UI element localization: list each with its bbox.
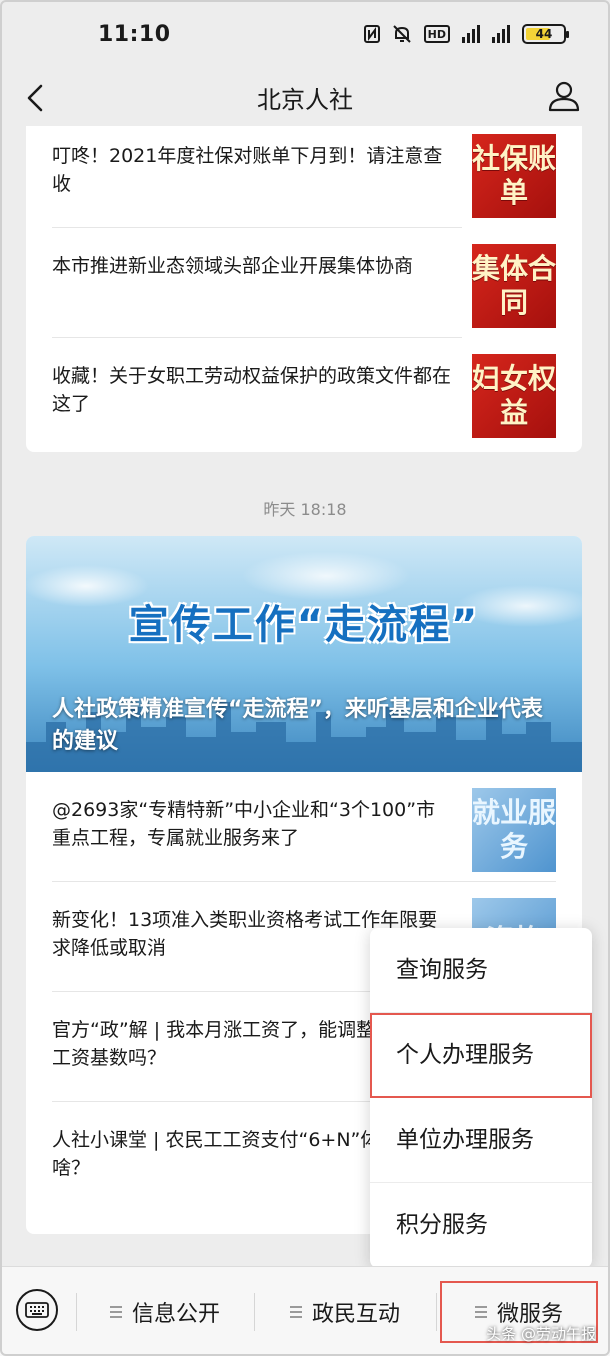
menu-item-points-service[interactable]: 积分服务 [370,1183,592,1268]
signal-icon [492,25,510,43]
status-time: 11:10 [98,22,171,47]
list-item[interactable]: 收藏！关于女职工劳动权益保护的政策文件都在这了 妇女权益 [26,338,582,448]
list-item[interactable]: 本市推进新业态领域头部企业开展集体协商 集体合同 [26,228,582,338]
menu-item-personal-service[interactable]: 个人办理服务 [370,1013,592,1098]
news-thumbnail: 社保账单 [472,134,556,218]
signal-icon [462,25,480,43]
tab-label: 信息公开 [131,1302,220,1327]
status-icons: HD 44 [363,24,569,44]
nav-bar: 北京人社 [0,70,610,126]
tab-label: 政民互动 [311,1302,400,1327]
mute-icon [392,24,412,44]
menu-item-query-service[interactable]: 查询服务 [370,928,592,1013]
menu-item-label: 个人办理服务 [396,1042,534,1068]
tab-info-disclosure[interactable]: 信息公开 [78,1281,252,1343]
keyboard-toggle-button[interactable] [16,1289,58,1331]
divider [254,1293,255,1331]
news-title: @2693家“专精特新”中小企业和“3个100”市重点工程，专属就业服务来了 [52,799,436,849]
keyboard-icon [25,1302,49,1318]
hd-icon: HD [423,25,450,43]
menu-lines-icon [109,1306,122,1318]
bottom-menu-bar: 信息公开 政民互动 微服务 头条 @劳动午报 [0,1266,610,1356]
menu-item-label: 积分服务 [396,1212,488,1238]
menu-item-label: 单位办理服务 [396,1127,534,1153]
page-title: 北京人社 [257,86,353,114]
banner-caption: 人社政策精准宣传“走流程”，来听基层和企业代表的建议 [52,697,543,754]
news-title: 本市推进新业态领域头部企业开展集体协商 [52,255,414,277]
menu-lines-icon [474,1306,487,1318]
menu-item-label: 查询服务 [396,957,488,983]
nfc-icon [363,24,380,44]
news-title: 收藏！关于女职工劳动权益保护的政策文件都在这了 [52,365,452,415]
feature-banner[interactable]: 宣传工作“走流程” 人社政策精准宣传“走流程”，来听基层和企业代表的建议 [26,536,582,772]
news-thumbnail: 就业服务 [472,788,556,872]
banner-headline: 宣传工作“走流程” [128,602,480,648]
service-popup-menu: 查询服务 个人办理服务 单位办理服务 积分服务 [370,928,592,1268]
news-card: 叮咚！2021年度社保对账单下月到！请注意查收 社保账单 本市推进新业态领域头部… [26,126,582,452]
news-title: 叮咚！2021年度社保对账单下月到！请注意查收 [52,145,443,195]
news-thumbnail: 集体合同 [472,244,556,328]
news-thumbnail: 妇女权益 [472,354,556,438]
tab-public-interaction[interactable]: 政民互动 [256,1281,434,1343]
message-timestamp: 昨天 18:18 [263,500,347,519]
battery-level: 44 [535,27,553,41]
person-icon [548,81,580,112]
list-item[interactable]: 叮咚！2021年度社保对账单下月到！请注意查收 社保账单 [26,126,582,228]
profile-button[interactable] [546,78,582,114]
menu-item-company-service[interactable]: 单位办理服务 [370,1098,592,1183]
menu-lines-icon [289,1306,302,1318]
list-item[interactable]: @2693家“专精特新”中小企业和“3个100”市重点工程，专属就业服务来了 就… [26,772,582,882]
divider [76,1293,77,1331]
divider [436,1293,437,1331]
watermark: 头条 @劳动午报 [486,1325,596,1343]
status-bar: 11:10 HD 44 [0,0,610,70]
battery-icon: 44 [522,24,569,44]
